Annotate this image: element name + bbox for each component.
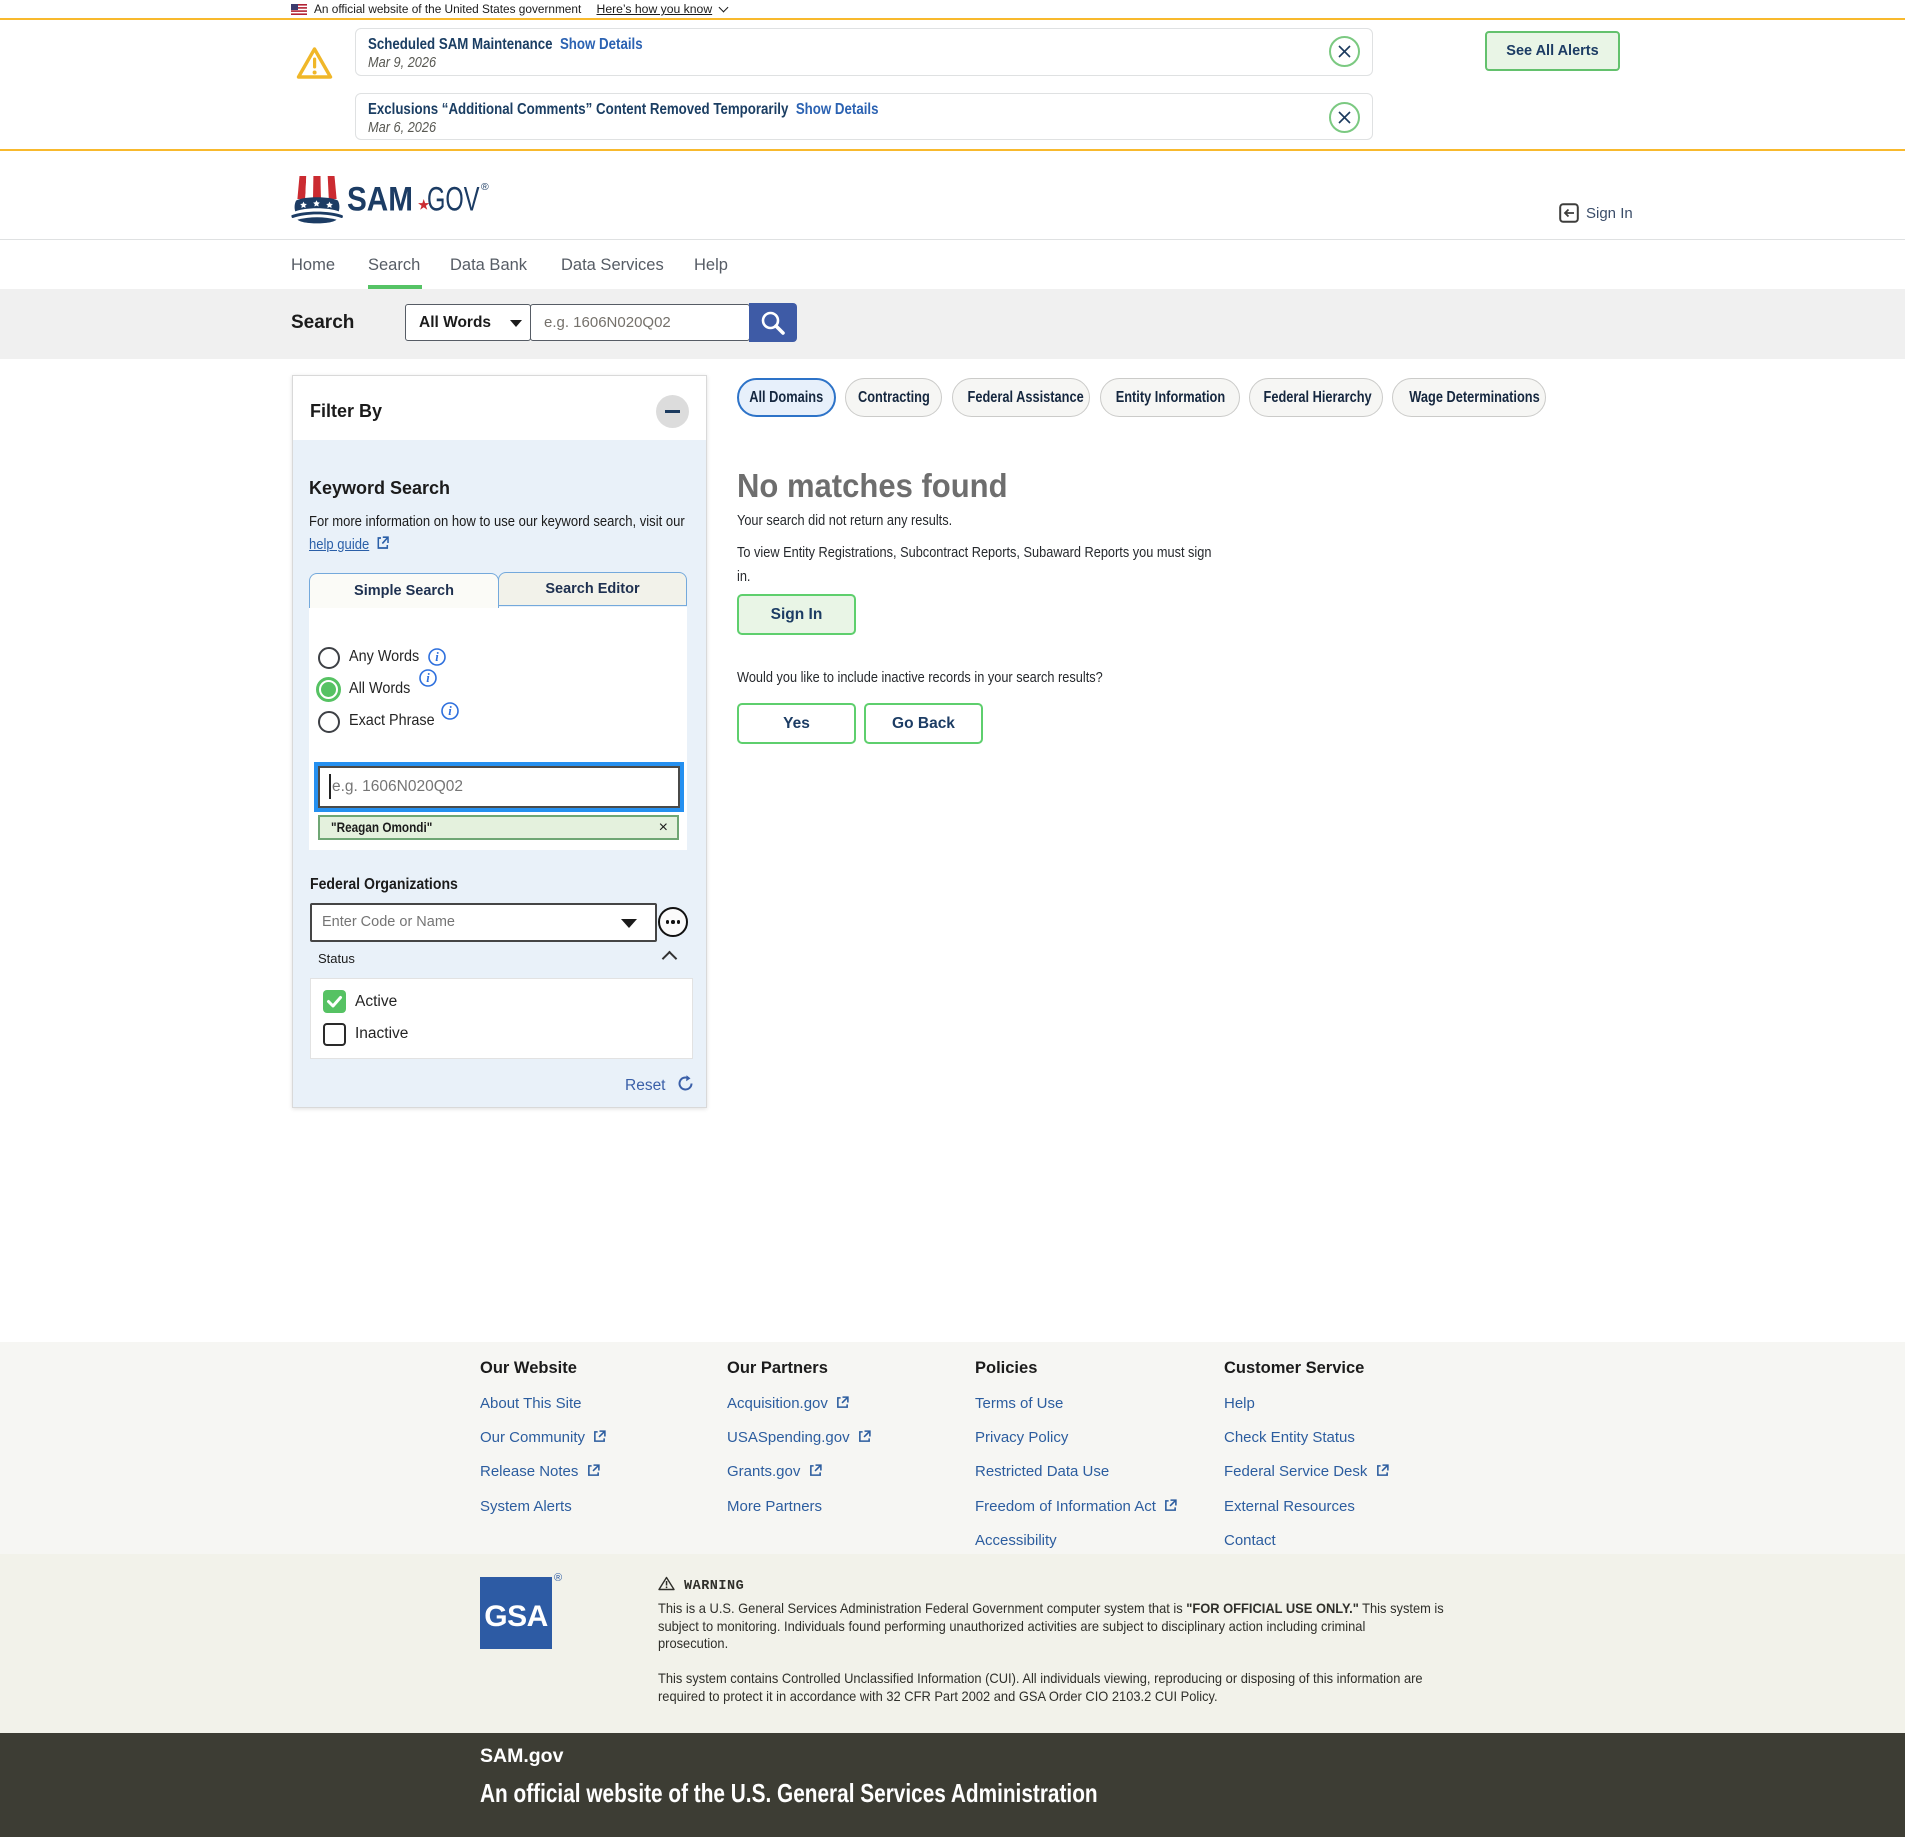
svg-text:®: ® bbox=[481, 181, 489, 193]
svg-text:GOV: GOV bbox=[427, 181, 480, 219]
svg-text:i: i bbox=[435, 650, 439, 664]
svg-text:i: i bbox=[448, 704, 452, 718]
svg-text:SAM: SAM bbox=[347, 181, 413, 219]
svg-text:i: i bbox=[426, 671, 430, 685]
